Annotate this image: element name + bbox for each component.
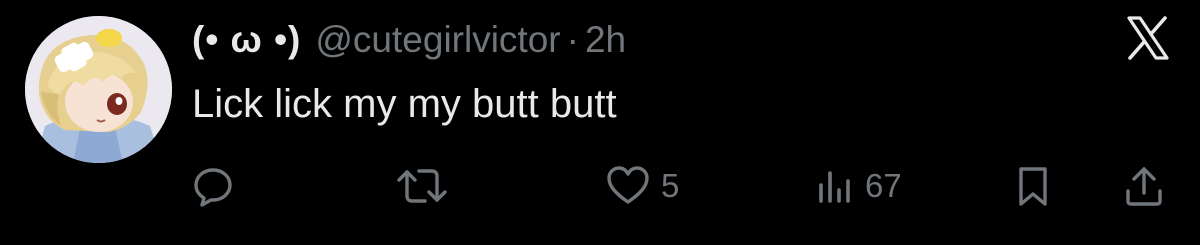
heart-icon bbox=[605, 163, 651, 209]
views-count: 67 bbox=[865, 167, 902, 204]
tweet-header: (• ω •) @cutegirlvictor · 2h bbox=[192, 14, 626, 66]
tweet-text: Lick lick my my butt butt bbox=[192, 82, 617, 126]
separator-dot: · bbox=[566, 19, 579, 60]
x-logo-icon[interactable] bbox=[1120, 10, 1176, 66]
tweet[interactable]: (• ω •) @cutegirlvictor · 2h Lick lick m… bbox=[0, 0, 1200, 245]
reply-button[interactable] bbox=[190, 162, 246, 210]
like-button[interactable]: 5 bbox=[605, 162, 679, 210]
user-handle[interactable]: @cutegirlvictor bbox=[315, 14, 560, 66]
like-count: 5 bbox=[661, 167, 680, 204]
bookmark-icon bbox=[1013, 163, 1053, 209]
share-icon bbox=[1122, 163, 1166, 209]
retweet-icon bbox=[395, 163, 449, 209]
display-name[interactable]: (• ω •) bbox=[192, 14, 301, 66]
timestamp[interactable]: 2h bbox=[585, 14, 626, 66]
views-button[interactable]: 67 bbox=[815, 162, 902, 210]
avatar-image bbox=[25, 16, 172, 163]
views-icon bbox=[815, 163, 855, 209]
reply-icon bbox=[190, 163, 236, 209]
avatar[interactable] bbox=[25, 16, 172, 163]
share-button[interactable] bbox=[1122, 162, 1166, 210]
retweet-button[interactable] bbox=[395, 162, 459, 210]
bookmark-button[interactable] bbox=[1013, 162, 1053, 210]
